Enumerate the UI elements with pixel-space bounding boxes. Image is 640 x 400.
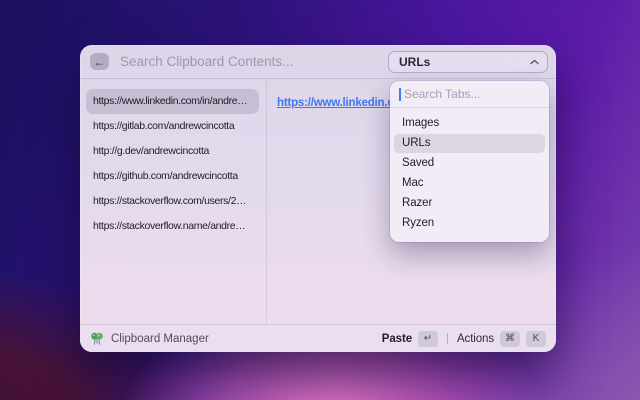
filter-option[interactable]: Razer [394, 194, 545, 213]
desktop-background: { "header": { "back_icon": "←", "search_… [0, 0, 640, 400]
text-caret [399, 88, 401, 101]
filter-dropdown-button[interactable]: URLs [388, 51, 548, 73]
filter-option[interactable]: Images [394, 114, 545, 133]
command-key-icon: ⌘ [500, 331, 520, 347]
back-arrow-icon: ← [94, 56, 106, 68]
search-input[interactable] [118, 53, 388, 70]
filter-option[interactable]: URLs [394, 134, 545, 153]
list-item[interactable]: https://www.linkedin.com/in/andrew… [86, 89, 259, 114]
list-item[interactable]: https://stackoverflow.name/andrew-… [86, 214, 259, 239]
tabs-search-row [390, 81, 549, 108]
paste-label: Paste [382, 333, 412, 345]
filter-option[interactable]: Ryzen [394, 214, 545, 233]
filter-option[interactable]: Mac [394, 174, 545, 193]
back-button[interactable]: ← [90, 53, 109, 70]
app-name: Clipboard Manager [111, 333, 209, 345]
filter-dropdown-panel: Images URLs Saved Mac Razer Ryzen [390, 81, 549, 242]
return-key-icon: ↵ [418, 331, 438, 347]
list-item[interactable]: https://gitlab.com/andrewcincotta [86, 114, 259, 139]
clipboard-list: https://www.linkedin.com/in/andrew… http… [80, 80, 266, 324]
footer-divider [447, 333, 448, 344]
k-key-icon: K [526, 331, 546, 347]
filter-option[interactable]: Saved [394, 154, 545, 173]
list-item[interactable]: https://stackoverflow.com/users/207… [86, 189, 259, 214]
clipboard-manager-window: ← URLs https://www.linkedin.com/in/andre… [80, 45, 556, 352]
list-item[interactable]: https://github.com/andrewcincotta [86, 164, 259, 189]
status-bar: Clipboard Manager Paste ↵ Actions ⌘ K [80, 324, 556, 352]
actions-label: Actions [457, 333, 494, 345]
tabs-search-input[interactable] [402, 86, 540, 102]
list-item[interactable]: http://g.dev/andrewcincotta [86, 139, 259, 164]
filter-options-list: Images URLs Saved Mac Razer Ryzen [390, 108, 549, 242]
app-icon [90, 332, 104, 346]
chevron-up-icon [530, 59, 539, 65]
top-bar: ← URLs [80, 45, 556, 79]
filter-dropdown-value: URLs [399, 55, 430, 69]
paste-action-button[interactable]: Paste ↵ [382, 331, 438, 347]
actions-menu-button[interactable]: Actions ⌘ K [457, 331, 546, 347]
